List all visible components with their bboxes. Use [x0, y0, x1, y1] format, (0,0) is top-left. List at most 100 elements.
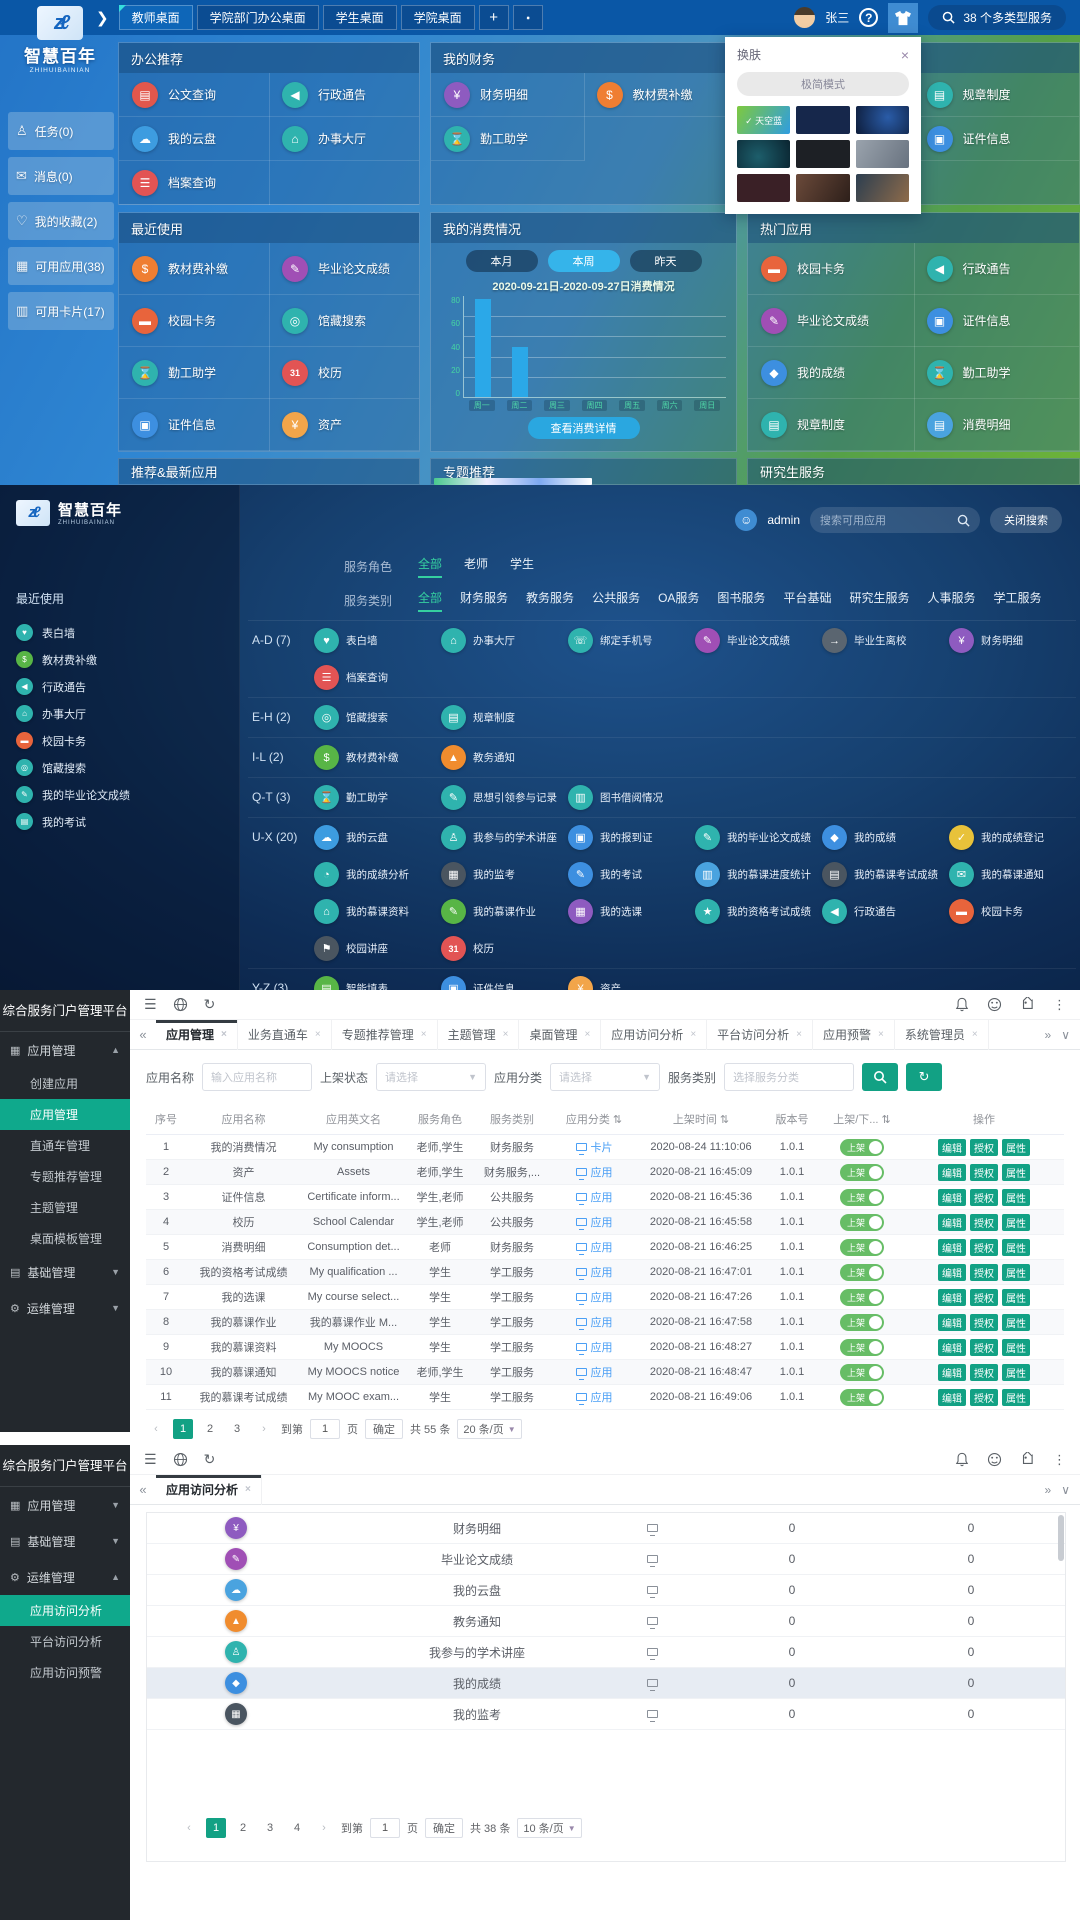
menu-toggle-icon[interactable]: ☰ [144, 1451, 157, 1468]
app-item[interactable]: ⌛勤工助学 [119, 347, 269, 399]
page-next-icon[interactable]: › [254, 1419, 274, 1439]
skin-thumbnail[interactable] [856, 106, 909, 134]
tab-close-icon[interactable]: × [796, 1029, 802, 1040]
app-item[interactable]: ⌛勤工助学 [914, 347, 1080, 399]
action-button-编辑[interactable]: 编辑 [938, 1364, 966, 1381]
filter-option[interactable]: 平台基础 [783, 589, 831, 612]
search-button[interactable] [862, 1063, 898, 1091]
app-item[interactable]: ▣证件信息 [441, 970, 568, 990]
app-item[interactable]: ☁我的云盘 [314, 819, 441, 856]
app-item[interactable]: ¥资产 [269, 399, 419, 451]
app-item[interactable]: ▤规章制度 [441, 699, 568, 736]
action-button-属性[interactable]: 属性 [1002, 1314, 1030, 1331]
tabs-scroll-right-icon[interactable]: » [1045, 1028, 1052, 1042]
filter-option[interactable]: 图书服务 [717, 589, 765, 612]
tabs-menu-caret-icon[interactable]: ∨ [1061, 1483, 1070, 1497]
tabs-scroll-right-icon[interactable]: » [1045, 1483, 1052, 1497]
filter-option[interactable]: OA服务 [658, 589, 699, 612]
action-button-编辑[interactable]: 编辑 [938, 1189, 966, 1206]
filter-select[interactable]: 请选择▼ [376, 1063, 486, 1091]
app-item[interactable]: ◔我的成绩分析 [314, 856, 441, 893]
page-tab[interactable]: 系统管理员× [895, 1020, 989, 1050]
publish-toggle[interactable]: 上架 [840, 1214, 884, 1231]
app-item[interactable]: ⚑校园讲座 [314, 930, 441, 967]
action-button-授权[interactable]: 授权 [970, 1164, 998, 1181]
cell-category[interactable]: 应用 [550, 1289, 638, 1305]
action-button-属性[interactable]: 属性 [1002, 1189, 1030, 1206]
app-item[interactable]: ✎我的毕业论文成绩 [0, 781, 239, 808]
app-item[interactable]: ♙我参与的学术讲座 [441, 819, 568, 856]
filter-option[interactable]: 全部 [418, 589, 442, 612]
publish-toggle[interactable]: 上架 [840, 1139, 884, 1156]
publish-toggle[interactable]: 上架 [840, 1364, 884, 1381]
page-tab[interactable]: 业务直通车× [238, 1020, 332, 1050]
sidebar-submenu-item[interactable]: 专题推荐管理 [0, 1161, 130, 1192]
column-header[interactable]: 应用名称 [186, 1104, 301, 1135]
table-row[interactable]: 8我的慕课作业我的慕课作业 M...学生学工服务应用2020-08-21 16:… [146, 1310, 1064, 1335]
table-row[interactable]: 2资产Assets老师,学生财务服务,...应用2020-08-21 16:45… [146, 1160, 1064, 1185]
app-item[interactable]: $教材费补缴 [119, 243, 269, 295]
skin-thumbnail[interactable] [796, 106, 849, 134]
tab-close-icon[interactable]: × [584, 1029, 590, 1040]
sidebar-submenu-item[interactable]: 桌面模板管理 [0, 1223, 130, 1254]
confirm-button[interactable]: 确定 [425, 1818, 463, 1838]
action-button-编辑[interactable]: 编辑 [938, 1239, 966, 1256]
action-button-授权[interactable]: 授权 [970, 1239, 998, 1256]
app-item[interactable]: ▥图书借阅情况 [568, 779, 695, 816]
app-item[interactable]: ⌂办事大厅 [0, 700, 239, 727]
cell-category[interactable]: 卡片 [550, 1139, 638, 1155]
sidebar-submenu-item[interactable]: 应用管理 [0, 1099, 130, 1130]
action-button-属性[interactable]: 属性 [1002, 1139, 1030, 1156]
filter-input[interactable]: 选择服务分类 [724, 1063, 854, 1091]
app-item[interactable]: ▲教务通知 [441, 739, 568, 776]
app-item[interactable]: ⌂办事大厅 [441, 622, 568, 659]
column-header[interactable]: 上架/下... ⇅ [820, 1104, 904, 1135]
cell-category[interactable]: 应用 [550, 1314, 638, 1330]
action-button-编辑[interactable]: 编辑 [938, 1139, 966, 1156]
page-number[interactable]: 2 [200, 1419, 220, 1439]
app-item[interactable]: ✎我的毕业论文成绩 [695, 819, 822, 856]
app-item[interactable]: ✎我的考试 [568, 856, 695, 893]
publish-toggle[interactable]: 上架 [840, 1264, 884, 1281]
publish-toggle[interactable]: 上架 [840, 1314, 884, 1331]
refresh-icon[interactable]: ↻ [204, 996, 216, 1013]
action-button-授权[interactable]: 授权 [970, 1339, 998, 1356]
action-button-属性[interactable]: 属性 [1002, 1339, 1030, 1356]
app-item[interactable]: ☁我的云盘 [119, 117, 269, 161]
sidebar-menu[interactable]: ▤基础管理▼ [0, 1254, 130, 1290]
app-item[interactable]: ⌛勤工助学 [314, 779, 441, 816]
app-item[interactable]: ◎馆藏搜索 [0, 754, 239, 781]
page-tab[interactable]: 专题推荐管理× [332, 1020, 438, 1050]
action-button-授权[interactable]: 授权 [970, 1264, 998, 1281]
action-button-属性[interactable]: 属性 [1002, 1239, 1030, 1256]
sidebar-button[interactable]: ✉消息(0) [8, 157, 114, 195]
filter-option[interactable]: 老师 [464, 555, 488, 578]
app-item[interactable]: ✎毕业论文成绩 [269, 243, 419, 295]
column-header[interactable]: 操作 [904, 1104, 1064, 1135]
filter-option[interactable]: 学生 [510, 555, 534, 578]
filter-option[interactable]: 公共服务 [592, 589, 640, 612]
page-tab[interactable]: 应用管理× [156, 1020, 238, 1050]
app-item[interactable]: ✓我的成绩登记 [949, 819, 1076, 856]
app-item[interactable]: ☏绑定手机号 [568, 622, 695, 659]
table-row[interactable]: 9我的慕课资料My MOOCS学生学工服务应用2020-08-21 16:48:… [146, 1335, 1064, 1360]
theme-palette-icon[interactable] [987, 997, 1002, 1012]
app-item[interactable]: ▤规章制度 [914, 73, 1080, 117]
cell-category[interactable]: 应用 [550, 1389, 638, 1405]
user-avatar[interactable] [794, 7, 815, 28]
minimal-mode-button[interactable]: 极简模式 [737, 72, 909, 96]
table-row[interactable]: 1我的消费情况My consumption老师,学生财务服务卡片2020-08-… [146, 1135, 1064, 1160]
app-item[interactable]: ♥表白墙 [0, 619, 239, 646]
table-row[interactable]: 10我的慕课通知My MOOCS notice老师,学生学工服务应用2020-0… [146, 1360, 1064, 1385]
app-item[interactable]: ⌛勤工助学 [431, 117, 584, 161]
filter-select[interactable]: 请选择▼ [550, 1063, 660, 1091]
admin-avatar[interactable]: ☺ [735, 509, 757, 531]
page-tab[interactable]: 应用预警× [813, 1020, 895, 1050]
tab-close-icon[interactable]: × [315, 1029, 321, 1040]
app-item[interactable]: ▣证件信息 [914, 117, 1080, 161]
app-item[interactable]: →毕业生离校 [822, 622, 949, 659]
action-button-属性[interactable]: 属性 [1002, 1264, 1030, 1281]
skin-thumbnail[interactable] [856, 140, 909, 168]
more-vertical-icon[interactable]: ⋮ [1053, 997, 1066, 1013]
app-item[interactable]: ▬校园卡务 [949, 893, 1076, 930]
